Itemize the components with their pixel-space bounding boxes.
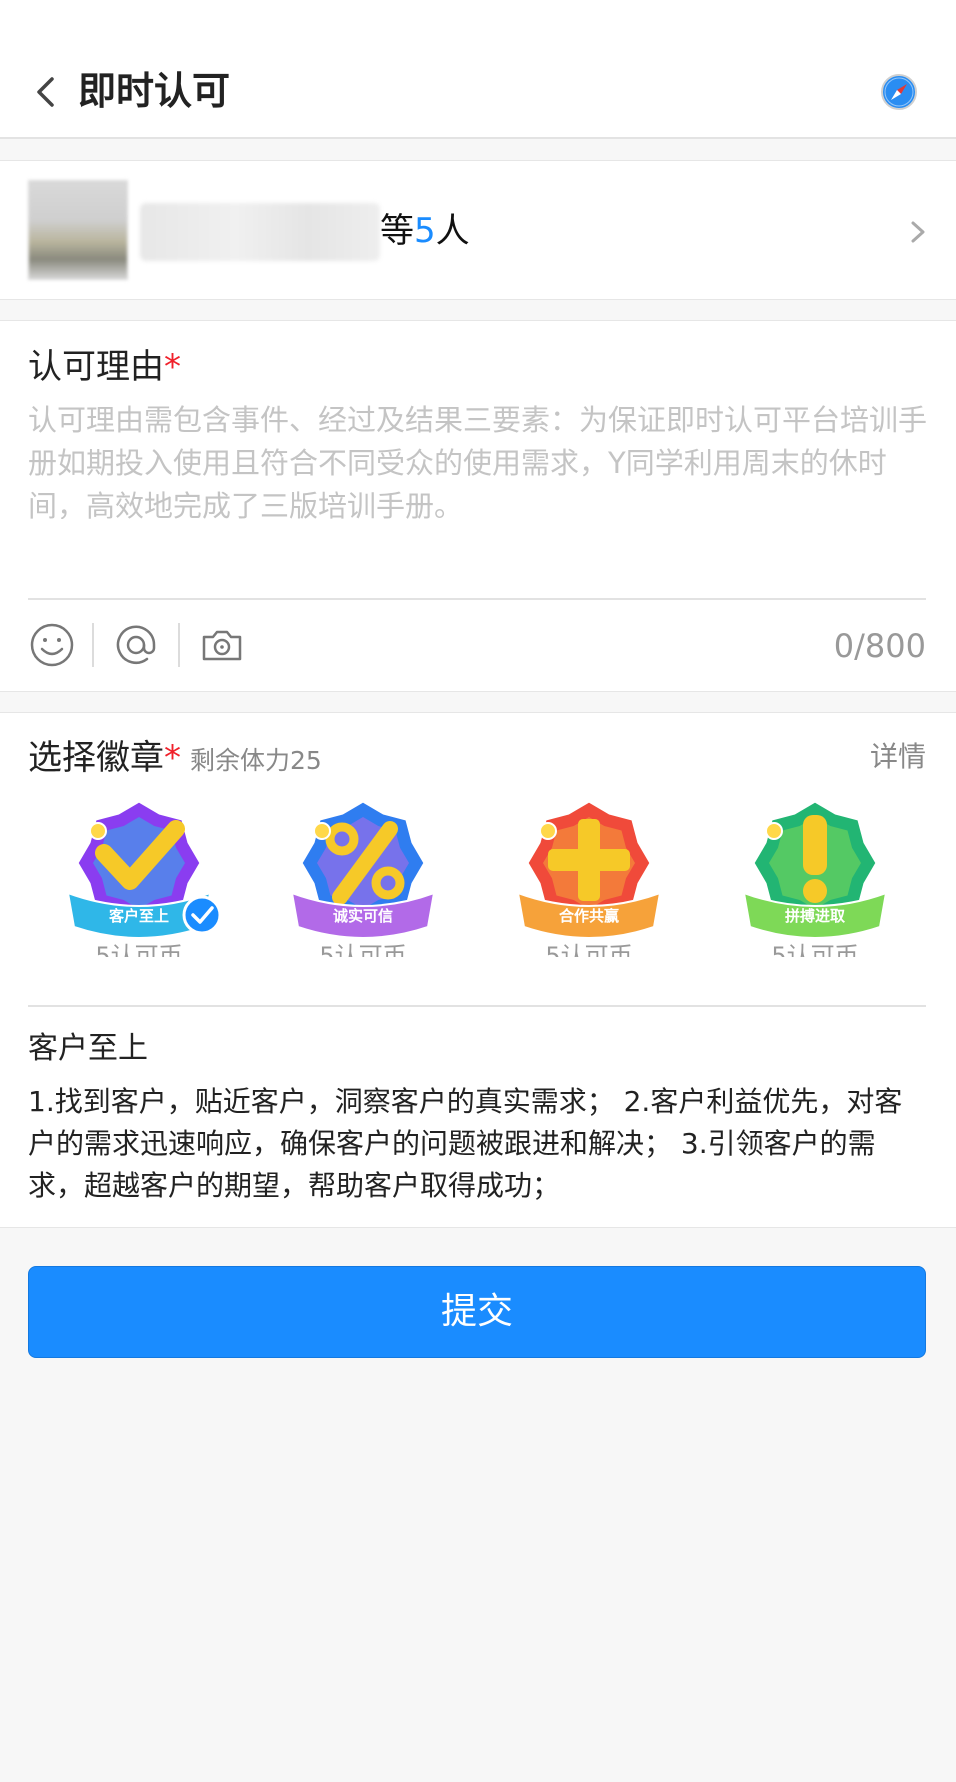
selected-badge-name: 客户至上 bbox=[28, 1031, 148, 1066]
badge-symbol bbox=[803, 815, 827, 903]
required-mark: * bbox=[164, 347, 181, 387]
badge-ribbon-label: 客户至上 bbox=[108, 907, 169, 925]
badge-customer-icon: 客户至上 bbox=[66, 801, 222, 939]
badge-striving-icon: 拼搏进取 bbox=[742, 801, 888, 939]
selected-badge-description: 1.找到客户，贴近客户，洞察客户的真实需求； 2.客户利益优先，对客户的需求迅速… bbox=[28, 1085, 903, 1202]
recipient-suffix-post: 人 bbox=[435, 211, 470, 251]
recipient-names-blurred bbox=[140, 203, 380, 261]
char-counter: 0/800 bbox=[833, 627, 926, 665]
camera-icon[interactable] bbox=[198, 621, 246, 669]
recipient-count-text: 等5人 bbox=[380, 207, 470, 255]
emoji-icon[interactable] bbox=[28, 621, 76, 669]
selected-check-icon bbox=[182, 895, 222, 935]
recipient-count: 5 bbox=[414, 211, 436, 251]
badge-ribbon-label: 拼搏进取 bbox=[785, 907, 846, 925]
badge-item-3[interactable]: 拼搏进取 5认可币 bbox=[730, 801, 900, 957]
badge-honesty-icon: 诚实可信 bbox=[290, 801, 436, 939]
badge-item-0[interactable]: 客户至上 5认可币 bbox=[54, 801, 224, 957]
reason-label: 认可理由* bbox=[28, 343, 181, 391]
submit-button[interactable]: 提交 bbox=[28, 1266, 926, 1358]
badge-label: 选择徽章* bbox=[28, 733, 181, 783]
reason-section: 认可理由* 0/800 bbox=[0, 320, 956, 692]
required-mark: * bbox=[164, 738, 181, 778]
mention-icon[interactable] bbox=[112, 621, 160, 669]
badge-price: 5认可币 bbox=[771, 942, 859, 957]
chevron-right-icon bbox=[911, 221, 925, 243]
page-title: 即时认可 bbox=[78, 69, 231, 113]
divider bbox=[28, 598, 926, 600]
badge-price: 5认可币 bbox=[95, 942, 183, 957]
reason-input[interactable] bbox=[28, 399, 928, 519]
badge-price: 5认可币 bbox=[545, 942, 633, 957]
badge-section: 选择徽章* 剩余体力25 详情 客户至上 5认可币 诚实可信 5认可币 合作共赢… bbox=[0, 712, 956, 1228]
recipient-suffix-pre: 等 bbox=[380, 211, 414, 251]
badge-label-text: 选择徽章 bbox=[28, 738, 164, 778]
avatar bbox=[28, 180, 128, 280]
badge-cooperation-icon: 合作共赢 bbox=[516, 801, 662, 939]
badge-item-1[interactable]: 诚实可信 5认可币 bbox=[278, 801, 448, 957]
tool-separator bbox=[178, 623, 180, 667]
divider bbox=[28, 1005, 926, 1007]
recipient-selector[interactable]: 等5人 bbox=[0, 160, 956, 300]
details-link[interactable]: 详情 bbox=[840, 737, 926, 777]
tool-separator bbox=[92, 623, 94, 667]
chevron-left-icon[interactable] bbox=[28, 74, 64, 110]
badge-item-2[interactable]: 合作共赢 5认可币 bbox=[504, 801, 674, 957]
badge-price: 5认可币 bbox=[319, 942, 407, 957]
reason-label-text: 认可理由 bbox=[28, 347, 164, 387]
compass-icon[interactable] bbox=[880, 73, 918, 111]
badge-ribbon-label: 合作共赢 bbox=[558, 907, 619, 925]
app-header: 即时认可 bbox=[0, 0, 956, 139]
stamina-text: 剩余体力25 bbox=[190, 746, 322, 775]
badge-ribbon-label: 诚实可信 bbox=[333, 907, 393, 925]
